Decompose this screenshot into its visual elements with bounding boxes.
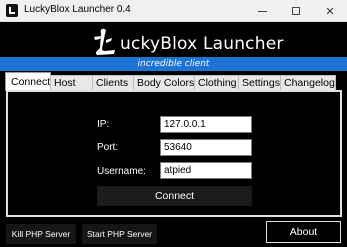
kill-php-server-button[interactable]: Kill PHP Server (6, 224, 76, 244)
tab-settings[interactable]: Settings (238, 75, 281, 91)
maximize-icon (292, 7, 300, 15)
connect-button[interactable]: Connect (97, 186, 252, 206)
minimize-icon (257, 10, 267, 12)
port-field[interactable]: 53640 (160, 139, 252, 156)
port-label: Port: (97, 142, 119, 153)
title-bar: LuckyBlox Launcher 0.4 ✕ (0, 0, 347, 22)
app-logo-icon (6, 4, 18, 17)
close-button[interactable]: ✕ (313, 0, 347, 22)
start-php-server-button[interactable]: Start PHP Server (82, 224, 157, 244)
close-icon: ✕ (325, 4, 335, 18)
ip-label: IP: (97, 119, 110, 130)
tab-clients[interactable]: Clients (92, 75, 134, 91)
tab-changelog[interactable]: Changelog (280, 75, 336, 91)
window-title: LuckyBlox Launcher 0.4 (24, 4, 131, 15)
about-button[interactable]: About (266, 221, 341, 243)
tab-host[interactable]: Host (50, 75, 93, 91)
ip-field[interactable]: 127.0.0.1 (160, 116, 252, 133)
username-label: Username: (97, 166, 146, 177)
tab-clothing[interactable]: Clothing (194, 75, 239, 91)
brush-l-logo-icon (94, 28, 115, 55)
tab-connect[interactable]: Connect (5, 72, 51, 91)
minimize-button[interactable] (245, 0, 279, 22)
username-field[interactable]: atpied (160, 162, 252, 179)
app-logo: uckyBlox Launcher (92, 24, 284, 58)
app-name: uckyBlox Launcher (120, 34, 284, 54)
tab-body-colors[interactable]: Body Colors (133, 75, 195, 91)
tagline-banner: incredible client (0, 57, 347, 71)
maximize-button[interactable] (279, 0, 313, 22)
